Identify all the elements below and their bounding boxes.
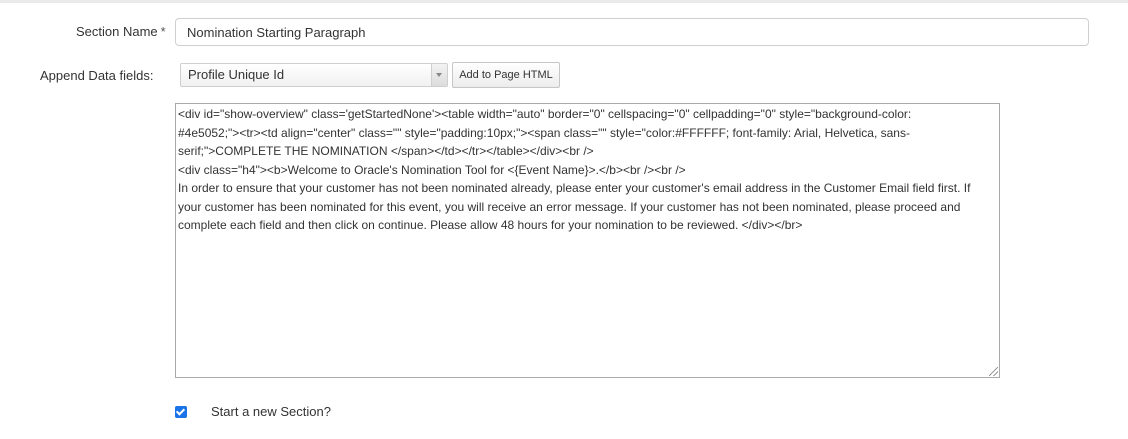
append-data-fields-value: Profile Unique Id — [188, 67, 285, 82]
select-dropdown-toggle[interactable] — [431, 64, 447, 86]
start-new-section-checkbox[interactable] — [175, 406, 187, 418]
section-name-label-text: Section Name — [76, 24, 158, 39]
start-new-section-label: Start a new Section? — [211, 404, 331, 419]
append-data-fields-select[interactable]: Profile Unique Id — [180, 63, 448, 87]
html-content-textarea[interactable]: <div id="show-overview" class='getStarte… — [175, 103, 1000, 378]
section-name-input[interactable] — [175, 18, 1089, 46]
top-divider — [0, 0, 1128, 3]
append-data-fields-label: Append Data fields: — [40, 68, 154, 83]
section-name-label: Section Name * — [76, 24, 166, 39]
textarea-line: In order to ensure that your customer ha… — [178, 181, 971, 195]
textarea-line: your customer has been nominated for thi… — [178, 199, 961, 214]
textarea-line: <div class="h4"><b>Welcome to Oracle's N… — [178, 162, 686, 177]
add-to-page-html-button[interactable]: Add to Page HTML — [452, 62, 560, 88]
checkmark-icon — [175, 406, 186, 416]
required-mark: * — [160, 24, 166, 39]
resize-handle-icon[interactable] — [989, 367, 998, 376]
textarea-line: serif;">COMPLETE THE NOMINATION </span><… — [178, 144, 594, 158]
textarea-line: <div id="show-overview" class='getStarte… — [178, 107, 912, 121]
textarea-line: complete each field and then click on co… — [178, 218, 803, 232]
textarea-line: #4e5052;"><tr><td align="center" class="… — [178, 125, 910, 140]
chevron-down-icon — [436, 73, 442, 77]
